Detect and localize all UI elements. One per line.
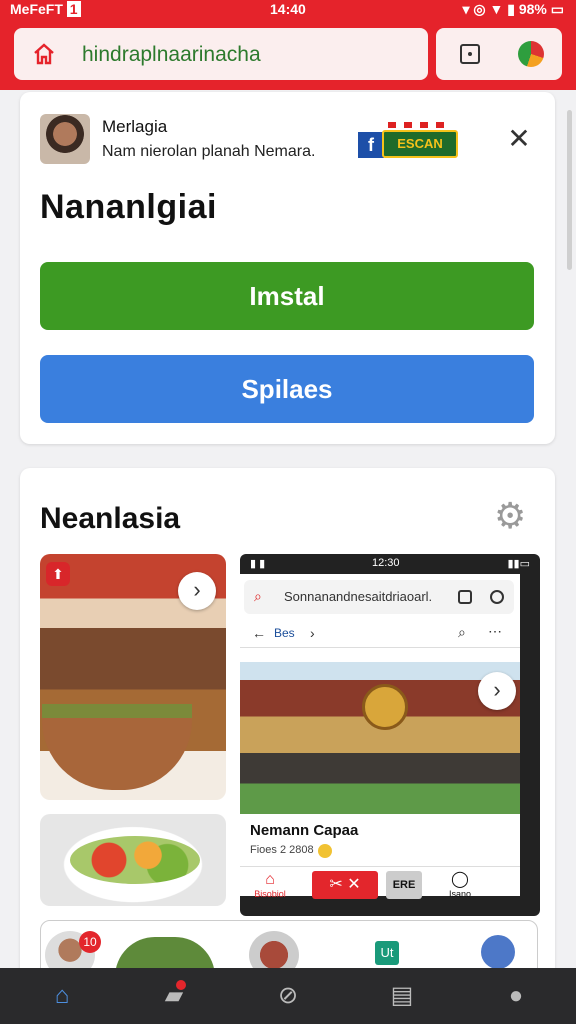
secondary-button[interactable]: Spilaes	[40, 355, 534, 423]
preview-nav-label: Bes	[274, 626, 295, 640]
chevron-right-icon[interactable]: ›	[478, 672, 516, 710]
embedded-screenshot[interactable]: ▮ ▮ 12:30 ▮▮▭ ⌕ Sonnanandnesaitdriaoarl.…	[240, 554, 540, 916]
nav-explore[interactable]: ⊘	[230, 968, 345, 1024]
preview-gray-tab[interactable]: ERE	[386, 871, 422, 899]
search-icon: ⌕	[254, 588, 262, 604]
address-bar[interactable]: hindraplnaarinacha	[14, 28, 428, 80]
home-icon: ⌂	[54, 982, 70, 1009]
back-icon[interactable]: ←	[252, 625, 266, 641]
app-description: Nam nierolan planah Nemara.	[102, 143, 316, 160]
browser-top-bar: MeFeFT 1 14:40 ▾ ◎ ▼ ▮ 98% ▭ hindraplnaa…	[0, 0, 576, 90]
signal-icon: ▮ ▮	[250, 558, 266, 570]
facebook-icon: f	[358, 132, 384, 158]
tabs-icon[interactable]	[460, 44, 480, 64]
tabs-icon[interactable]	[458, 590, 472, 604]
close-icon[interactable]: ✕	[504, 124, 534, 154]
badge-label: ESCAN	[382, 130, 458, 158]
app-name: Merlagia	[102, 117, 168, 136]
app-title: Nananlgiai	[40, 188, 217, 226]
battery-indicator: ▾ ◎ ▼ ▮ 98% ▭	[462, 1, 564, 17]
search-icon[interactable]: ⌕	[458, 624, 466, 641]
food-shape	[70, 836, 200, 884]
notification-dot	[176, 980, 186, 990]
browser-logo-icon[interactable]	[518, 41, 544, 67]
badge-icon[interactable]	[481, 935, 515, 969]
preview-tab-profile[interactable]: ◯ Isano	[430, 871, 490, 899]
building-photo: ›	[240, 662, 520, 814]
preview-tab-home[interactable]: ⌂ Bisobiol	[240, 871, 300, 899]
forward-icon[interactable]: ›	[310, 625, 315, 641]
sponsor-badge: f ESCAN	[358, 122, 458, 158]
app-avatar	[40, 114, 90, 164]
nav-map[interactable]: ▤	[344, 968, 459, 1024]
home-icon: ⌂	[265, 871, 275, 888]
preview-tab-label: Isano	[448, 889, 472, 899]
preview-nav: ← Bes › ⌕ ⋯	[240, 620, 520, 648]
gear-icon[interactable]: ⚙	[494, 498, 530, 534]
more-icon[interactable]: ⋯	[488, 623, 502, 640]
compass-icon: ⊘	[277, 982, 299, 1009]
status-bar: MeFeFT 1 14:40 ▾ ◎ ▼ ▮ 98% ▭	[0, 0, 576, 22]
app-icon[interactable]: Ut	[375, 941, 399, 965]
notification-badge: 10	[79, 931, 101, 953]
shield-icon[interactable]	[490, 590, 504, 604]
user-icon: ●	[508, 982, 524, 1009]
preview-url: Sonnanandnesaitdriaoarl.	[284, 589, 433, 604]
nav-messages[interactable]: ▰	[116, 968, 231, 1024]
badge-decoration	[388, 122, 448, 128]
battery-icon: ▮▮▭	[507, 558, 531, 570]
clock: 14:40	[270, 1, 306, 17]
scrollbar[interactable]	[567, 110, 572, 270]
chevron-right-icon[interactable]: ›	[178, 572, 216, 610]
pin-icon: ⬆	[46, 562, 70, 586]
preview-clock: 12:30	[372, 557, 400, 569]
preview-tab-label: Bisobiol	[254, 889, 286, 899]
emblem-shape	[362, 684, 408, 730]
install-button[interactable]: Imstal	[40, 262, 534, 330]
preview-caption-sub: Fioes 2 2808	[250, 844, 314, 856]
app-install-card: Merlagia Nam nierolan planah Nemara. f E…	[20, 92, 555, 444]
gallery-card: Neanlasia ⚙ ⬆ › ▮ ▮ 12:30 ▮▮▭ ⌕ Sonnanan…	[20, 468, 555, 988]
section-title: Neanlasia	[40, 502, 181, 535]
carrier-label: MeFeFT 1	[10, 1, 81, 17]
browser-actions	[436, 28, 562, 80]
nav-home[interactable]: ⌂	[4, 968, 119, 1024]
preview-caption-title: Nemann Capaa	[250, 822, 359, 839]
coin-icon	[318, 844, 332, 858]
preview-status-bar: ▮ ▮ 12:30 ▮▮▭	[240, 554, 540, 574]
bottom-navigation: ⌂ ▰ ⊘ ▤ ●	[0, 968, 576, 1024]
map-icon: ▤	[390, 982, 414, 1009]
preview-tabbar: ⌂ Bisobiol ✂ ✕ ERE ◯ Isano	[240, 866, 520, 916]
bowl-shape	[42, 704, 192, 790]
dish-photo[interactable]	[40, 814, 226, 906]
home-icon[interactable]	[32, 42, 56, 66]
preview-page: ⌕ Sonnanandnesaitdriaoarl. ← Bes › ⌕ ⋯ ›…	[240, 574, 520, 899]
user-icon: ◯	[451, 871, 469, 888]
food-photo[interactable]: ⬆ ›	[40, 554, 226, 800]
nav-profile[interactable]: ●	[458, 968, 573, 1024]
preview-address-bar[interactable]: ⌕ Sonnanandnesaitdriaoarl.	[244, 580, 514, 614]
preview-action-button[interactable]: ✂ ✕	[312, 871, 378, 899]
url-text[interactable]: hindraplnaarinacha	[82, 43, 261, 67]
